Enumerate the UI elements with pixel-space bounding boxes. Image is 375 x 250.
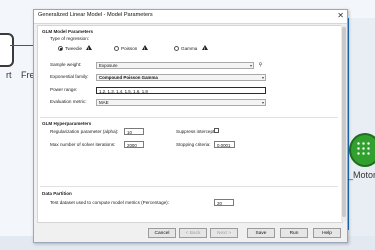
- model-parameters-dialog: Generalized Linear Model - Model Paramet…: [33, 9, 348, 243]
- dialog-title: Generalized Linear Model - Model Paramet…: [38, 12, 153, 18]
- next-button[interactable]: Next >: [210, 228, 238, 238]
- test-dataset-label: Test dataset used to compute model metri…: [50, 200, 169, 205]
- dialog-content: GLM Model Parameters Type of regression:…: [37, 25, 343, 223]
- radio-gamma[interactable]: [174, 46, 179, 51]
- exponential-family-select[interactable]: Compound Poisson Gamma ▾: [96, 74, 266, 81]
- section-glm-model-parameters: GLM Model Parameters: [42, 29, 94, 34]
- chevron-down-icon: ▾: [261, 100, 264, 105]
- max-iterations-input[interactable]: 2000: [124, 141, 144, 148]
- suppress-intercept-checkbox[interactable]: [214, 128, 219, 133]
- warning-icon: [86, 45, 92, 51]
- node-label-left: rt: [6, 70, 12, 80]
- cancel-button[interactable]: Cancel: [148, 228, 176, 238]
- dialog-titlebar: Generalized Linear Model - Model Paramet…: [34, 10, 347, 24]
- exponential-family-value: Compound Poisson Gamma: [99, 75, 158, 80]
- save-button[interactable]: Save: [247, 228, 275, 238]
- binoculars-icon[interactable]: ⚲: [257, 62, 264, 69]
- evaluation-metric-value: MAE: [99, 100, 109, 105]
- radio-tweedie-label: Tweedie: [65, 46, 83, 51]
- workflow-node-left[interactable]: [0, 33, 14, 67]
- stopping-criteria-label: Stopping criteria:: [176, 142, 211, 147]
- test-dataset-input[interactable]: 20: [214, 199, 234, 206]
- power-range-label: Power range:: [50, 87, 78, 92]
- regularization-label: Regularization parameter (alpha):: [50, 129, 119, 134]
- back-button[interactable]: < Back: [179, 228, 207, 238]
- scrollbar-thumb[interactable]: [342, 27, 346, 217]
- evaluation-metric-label: Evaluation metric:: [50, 99, 87, 104]
- node-label-motor: _Motor_: [348, 170, 375, 180]
- chevron-down-icon: ▾: [249, 63, 252, 68]
- sample-weight-select[interactable]: Exposure ▾: [96, 62, 254, 69]
- max-iterations-label: Max number of solver iterations:: [50, 142, 116, 147]
- chevron-down-icon: ▾: [261, 75, 264, 80]
- exponential-family-label: Exponential family:: [50, 74, 89, 79]
- run-button[interactable]: Run: [280, 228, 308, 238]
- regularization-input[interactable]: 10: [124, 128, 144, 135]
- grid-icon: [356, 141, 370, 155]
- radio-tweedie[interactable]: [58, 46, 63, 51]
- close-icon[interactable]: ✕: [337, 11, 344, 21]
- help-button[interactable]: Help: [313, 228, 341, 238]
- divider: [40, 186, 338, 187]
- evaluation-metric-select[interactable]: MAE ▾: [96, 99, 266, 106]
- radio-poisson-label: Poisson: [121, 46, 138, 51]
- section-glm-hyperparameters: GLM Hyperparameters: [42, 121, 92, 126]
- sample-weight-value: Exposure: [99, 63, 118, 68]
- type-of-regression-label: Type of regression:: [50, 36, 90, 41]
- suppress-intercept-label: Suppress intercept:: [176, 129, 216, 134]
- divider: [40, 117, 338, 118]
- sample-weight-label: Sample weight:: [50, 62, 82, 67]
- stopping-criteria-input[interactable]: 0.0001: [214, 141, 235, 148]
- radio-poisson[interactable]: [114, 46, 119, 51]
- power-range-input[interactable]: 1.2, 1.3, 1.4, 1.5, 1.6, 1.8: [96, 87, 266, 94]
- warning-icon: [142, 45, 148, 51]
- warning-icon: [202, 45, 208, 51]
- section-data-partition: Data Partition: [42, 191, 72, 196]
- radio-gamma-label: Gamma: [181, 46, 198, 51]
